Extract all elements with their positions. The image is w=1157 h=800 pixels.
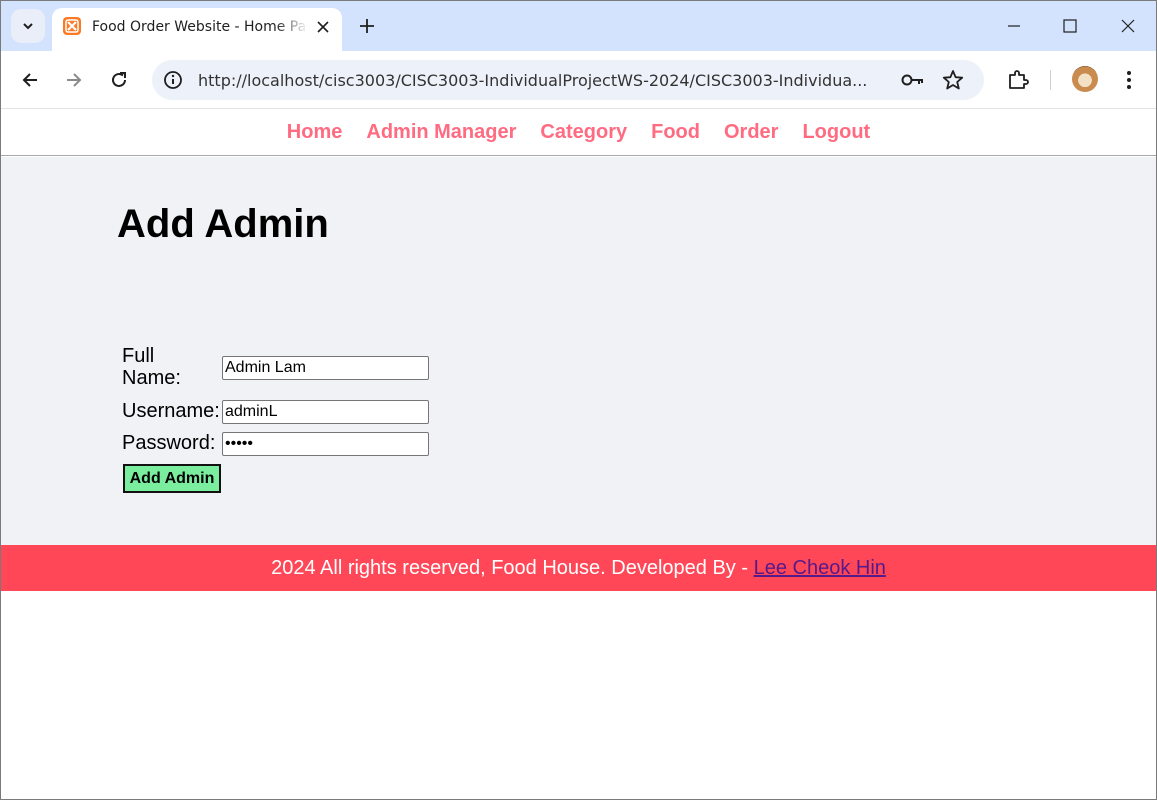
- password-input[interactable]: •••••: [222, 432, 429, 456]
- extensions-puzzle-icon[interactable]: [1003, 64, 1033, 94]
- back-button[interactable]: [13, 63, 47, 97]
- title-bar: Food Order Website - Home Page: [1, 1, 1156, 51]
- nav-link-logout[interactable]: Logout: [802, 121, 870, 143]
- nav-link-home[interactable]: Home: [287, 121, 343, 143]
- plus-icon: [360, 19, 374, 33]
- nav-link-food[interactable]: Food: [651, 121, 700, 143]
- footer-text: 2024 All rights reserved, Food House. De…: [271, 557, 754, 579]
- url-text[interactable]: http://localhost/cisc3003/CISC3003-Indiv…: [198, 70, 898, 92]
- close-window-button[interactable]: [1108, 9, 1148, 43]
- maximize-button[interactable]: [1050, 9, 1090, 43]
- site-navigation: Home Admin Manager Category Food Order L…: [1, 110, 1156, 156]
- main-content: Add Admin Full Name: Admin Lam Username:…: [1, 157, 1156, 545]
- add-admin-button[interactable]: Add Admin: [123, 464, 221, 493]
- tab-close-button[interactable]: [312, 16, 334, 38]
- reload-button[interactable]: [102, 63, 136, 97]
- chevron-down-icon: [23, 23, 33, 30]
- xampp-favicon-icon: [63, 17, 81, 35]
- forward-button[interactable]: [57, 63, 91, 97]
- tab-search-button[interactable]: [11, 9, 45, 43]
- arrow-left-icon: [22, 73, 37, 87]
- site-footer: 2024 All rights reserved, Food House. De…: [1, 545, 1156, 591]
- username-input[interactable]: adminL: [222, 400, 429, 424]
- reload-icon: [112, 72, 126, 87]
- nav-link-admin-manager[interactable]: Admin Manager: [366, 121, 516, 143]
- username-label: Username:: [122, 400, 220, 422]
- web-page: Home Admin Manager Category Food Order L…: [1, 110, 1156, 799]
- nav-link-category[interactable]: Category: [540, 121, 627, 143]
- close-icon: [1121, 19, 1135, 33]
- address-bar[interactable]: http://localhost/cisc3003/CISC3003-Indiv…: [152, 60, 984, 100]
- browser-menu-button[interactable]: [1117, 66, 1141, 94]
- password-label: Password:: [122, 432, 216, 454]
- footer-developer-link[interactable]: Lee Cheok Hin: [754, 557, 886, 579]
- new-tab-button[interactable]: [353, 12, 381, 40]
- browser-window: Food Order Website - Home Page http://lo…: [0, 0, 1157, 800]
- maximize-icon: [1063, 19, 1077, 33]
- full-name-label: Full Name:: [122, 345, 181, 389]
- bookmark-star-icon[interactable]: [940, 68, 966, 92]
- toolbar-separator: [1050, 70, 1051, 90]
- site-info-icon[interactable]: [162, 69, 184, 91]
- arrow-right-icon: [67, 73, 82, 87]
- more-vertical-icon: [1127, 71, 1131, 89]
- full-name-input[interactable]: Admin Lam: [222, 356, 429, 380]
- minimize-icon: [1008, 25, 1020, 27]
- browser-toolbar: http://localhost/cisc3003/CISC3003-Indiv…: [1, 51, 1156, 109]
- tab-title: Food Order Website - Home Page: [92, 19, 308, 35]
- nav-link-order[interactable]: Order: [724, 121, 778, 143]
- close-icon: [317, 21, 329, 33]
- password-key-icon[interactable]: [900, 69, 926, 91]
- page-title: Add Admin: [117, 202, 329, 246]
- browser-tab[interactable]: Food Order Website - Home Page: [52, 8, 342, 51]
- minimize-button[interactable]: [994, 9, 1034, 43]
- profile-avatar[interactable]: [1072, 66, 1098, 92]
